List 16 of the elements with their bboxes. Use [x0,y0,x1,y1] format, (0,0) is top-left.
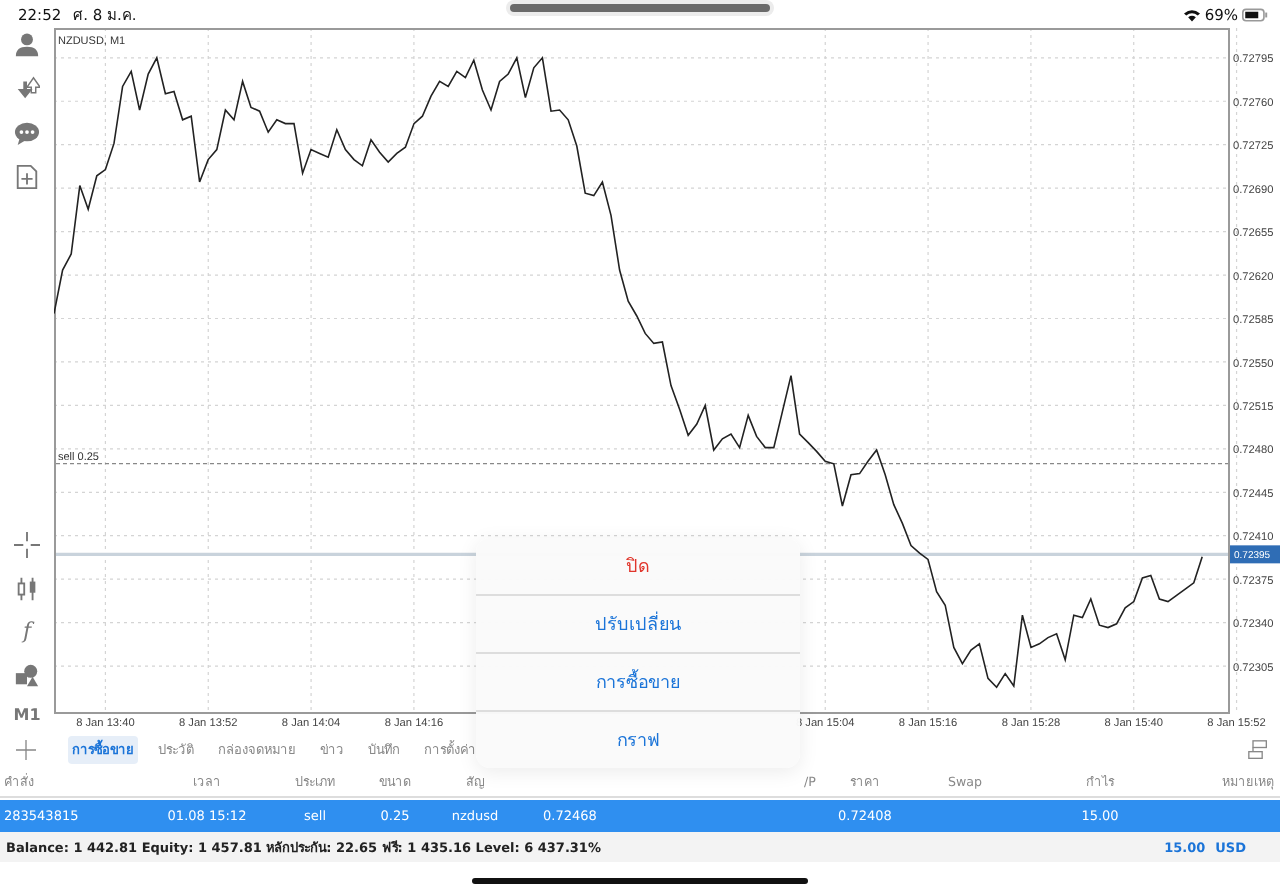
up-down-arrows-icon[interactable] [14,76,40,102]
chat-icon[interactable] [14,120,40,146]
add-icon[interactable] [16,740,36,760]
new-document-icon[interactable] [14,164,40,190]
wifi-icon [1184,7,1201,21]
indicators-button[interactable]: f [22,620,32,644]
timeframe-button[interactable]: M1 [13,706,41,724]
battery-icon [1242,7,1268,21]
candlestick-icon[interactable] [14,576,40,602]
menu-item[interactable]: ปรับเปลี่ยน [476,594,800,652]
account-icon[interactable] [14,32,40,58]
crosshair-icon[interactable] [14,532,40,558]
menu-item[interactable]: การซื้อขาย [476,652,800,710]
objects-icon[interactable] [14,662,40,688]
layout-icon[interactable] [1248,740,1268,760]
menu-item[interactable]: ปิด [476,538,800,594]
